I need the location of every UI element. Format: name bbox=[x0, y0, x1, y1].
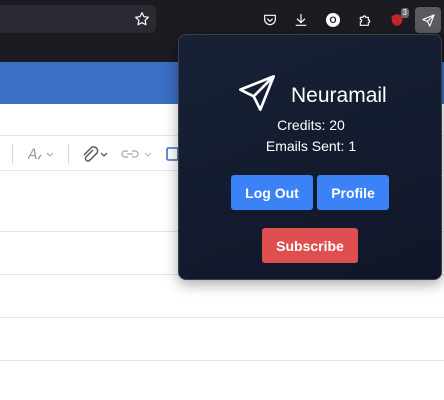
pocket-icon[interactable] bbox=[257, 7, 283, 33]
profile-button[interactable]: Profile bbox=[317, 175, 389, 210]
download-icon[interactable] bbox=[288, 7, 314, 33]
list-divider bbox=[0, 360, 444, 361]
neuramail-popup: Neuramail Credits: 20 Emails Sent: 1 Log… bbox=[178, 34, 442, 280]
neuramail-extension-icon[interactable] bbox=[415, 7, 441, 33]
svg-text:A: A bbox=[28, 147, 38, 163]
text-style-icon[interactable]: A bbox=[28, 144, 54, 164]
extension-count-badge: 3 bbox=[400, 8, 409, 18]
shield-extension-icon[interactable]: 3 bbox=[384, 7, 410, 33]
brand-name: Neuramail bbox=[291, 83, 387, 107]
credits-count: Credits: 20 bbox=[277, 117, 345, 133]
subscribe-button[interactable]: Subscribe bbox=[262, 228, 358, 263]
logout-button[interactable]: Log Out bbox=[231, 175, 313, 210]
list-divider bbox=[0, 317, 444, 318]
profile-avatar[interactable]: O bbox=[320, 7, 346, 33]
brand-header: Neuramail bbox=[237, 73, 387, 118]
toolbar-divider bbox=[12, 144, 13, 164]
image-insert-icon[interactable] bbox=[166, 144, 178, 164]
emails-sent-count: Emails Sent: 1 bbox=[265, 138, 357, 154]
toolbar-divider bbox=[68, 144, 69, 164]
extensions-puzzle-icon[interactable] bbox=[352, 7, 378, 33]
profile-initial: O bbox=[326, 13, 340, 27]
link-icon[interactable] bbox=[120, 144, 152, 164]
paper-plane-logo-icon bbox=[237, 73, 277, 118]
bookmark-star-icon[interactable] bbox=[131, 8, 153, 30]
attachment-icon[interactable] bbox=[80, 144, 110, 164]
